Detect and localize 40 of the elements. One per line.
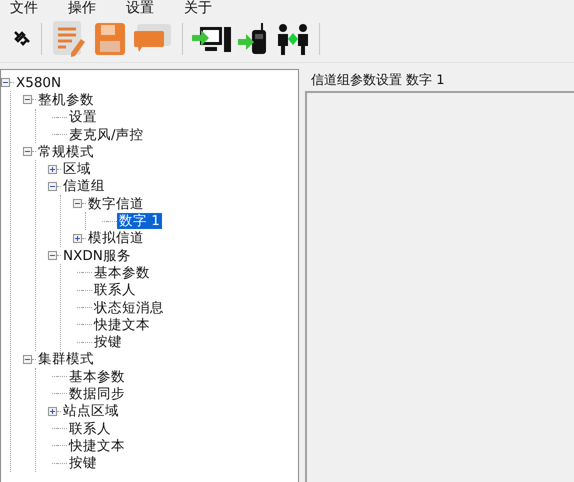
tree-item[interactable]: 基本参数 bbox=[92, 264, 152, 281]
tree-item[interactable]: 集群模式 bbox=[36, 351, 96, 368]
expand-icon[interactable] bbox=[73, 234, 82, 243]
tree-item[interactable]: 基本参数 bbox=[67, 368, 127, 385]
collapse-icon[interactable] bbox=[48, 182, 57, 191]
tree-item[interactable]: 设置 bbox=[67, 109, 99, 126]
tree-item[interactable]: 常规模式 bbox=[36, 144, 96, 160]
collapse-icon[interactable] bbox=[48, 251, 57, 260]
tree-item[interactable]: 数字信道 bbox=[86, 196, 146, 212]
tree-item[interactable]: 站点区域 bbox=[61, 403, 121, 420]
tree-item[interactable]: 快捷文本 bbox=[67, 438, 127, 454]
people-icon[interactable] bbox=[276, 23, 310, 55]
tree-item[interactable]: 按键 bbox=[92, 334, 124, 350]
tree-item[interactable]: 数据同步 bbox=[67, 386, 127, 402]
tree-item[interactable]: X580N bbox=[14, 74, 64, 91]
tree-item[interactable]: 数字 1 bbox=[117, 213, 162, 230]
menu-item[interactable]: 关于 bbox=[184, 0, 212, 16]
collapse-icon[interactable] bbox=[23, 354, 32, 364]
collapse-icon[interactable] bbox=[23, 147, 32, 156]
expand-icon[interactable] bbox=[48, 406, 57, 416]
menu-item[interactable]: 设置 bbox=[126, 0, 154, 16]
menu-item[interactable]: 文件 bbox=[10, 0, 38, 16]
tree-item[interactable]: 区域 bbox=[61, 161, 93, 178]
tree-item[interactable]: 快捷文本 bbox=[92, 316, 152, 333]
tree-item[interactable]: NXDN服务 bbox=[61, 248, 133, 264]
menu-item[interactable]: 操作 bbox=[68, 0, 96, 16]
collapse-icon[interactable] bbox=[73, 199, 82, 208]
collapse-icon[interactable] bbox=[1, 78, 10, 88]
computer-icon[interactable] bbox=[192, 24, 232, 54]
tree-item[interactable]: 麦克风/声控 bbox=[67, 126, 146, 143]
collapse-icon[interactable] bbox=[23, 95, 32, 104]
tree-item[interactable]: 整机参数 bbox=[36, 92, 96, 108]
tree-item[interactable]: 联系人 bbox=[92, 282, 138, 298]
tree-item[interactable]: 联系人 bbox=[67, 420, 113, 437]
expand-icon[interactable] bbox=[48, 164, 57, 174]
tree-item[interactable]: 按键 bbox=[67, 455, 99, 472]
tree-item[interactable]: 模拟信道 bbox=[86, 230, 146, 246]
tree-item[interactable]: 信道组 bbox=[61, 178, 107, 194]
tree-item[interactable]: 状态短消息 bbox=[92, 300, 166, 316]
group-title: 信道组参数设置 数字 1 bbox=[310, 72, 446, 87]
